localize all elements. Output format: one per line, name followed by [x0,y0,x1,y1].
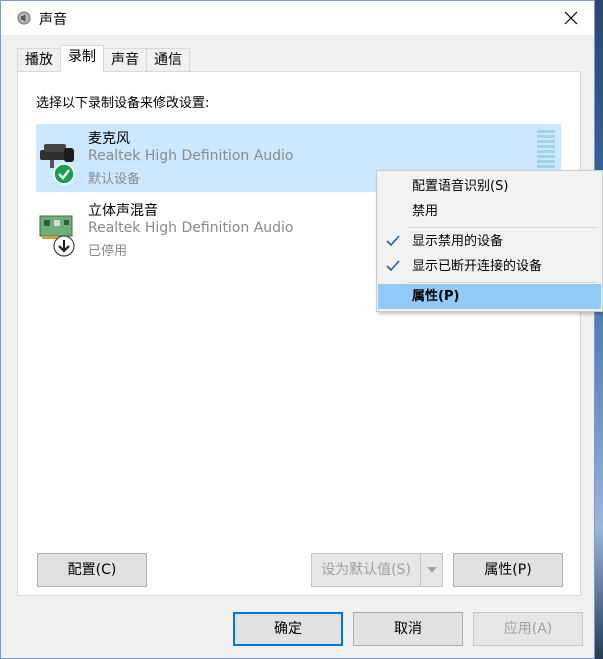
menu-item-label: 显示禁用的设备 [412,234,504,249]
set-default-label: 设为默认值(S) [321,562,411,578]
menu-separator [407,282,597,283]
configure-button[interactable]: 配置(C) [37,553,147,587]
menu-item-disable[interactable]: 禁用 [378,199,601,224]
window-title: 声音 [39,12,67,28]
tab-communications[interactable]: 通信 [146,48,190,72]
device-status: 已停用 [88,244,128,259]
menu-separator [407,227,597,228]
menu-item-show-disabled[interactable]: 显示禁用的设备 [378,229,601,254]
device-name: 麦克风 [88,131,130,147]
menu-item-label: 显示已断开连接的设备 [412,259,543,274]
properties-button[interactable]: 属性(P) [453,553,563,587]
menu-item-properties[interactable]: 属性(P) [378,284,601,309]
close-button[interactable] [548,1,594,35]
cancel-button[interactable]: 取消 [353,612,463,646]
speaker-icon [17,11,31,25]
recording-panel: 选择以下录制设备来修改设置: 麦克风 Realtek High Definiti… [17,71,581,596]
sound-card-icon [38,202,82,258]
checkmark-icon [386,235,400,247]
title-bar[interactable]: 声音 [1,1,594,35]
set-default-button[interactable]: 设为默认值(S) [311,553,443,587]
tab-sounds[interactable]: 声音 [103,48,147,72]
menu-item-label: 属性(P) [412,289,460,304]
ok-button[interactable]: 确定 [233,612,343,646]
device-description: Realtek High Definition Audio [88,220,294,236]
menu-item-label: 禁用 [412,204,439,219]
microphone-icon [38,130,82,186]
tab-playback[interactable]: 播放 [17,48,61,72]
checkmark-icon [386,260,400,272]
tab-recording[interactable]: 录制 [60,45,104,72]
check-badge-icon [53,163,75,185]
menu-item-label: 配置语音识别(S) [412,179,509,194]
context-menu: 配置语音识别(S) 禁用 显示禁用的设备 显示已断开连接的设备 属性(P) [376,170,603,312]
device-status: 默认设备 [88,172,141,187]
device-description: Realtek High Definition Audio [88,148,294,164]
menu-item-configure-speech[interactable]: 配置语音识别(S) [378,174,601,199]
sound-dialog: 声音 播放 录制 声音 通信 选择以下录制设备来修改设置: 麦克风 Realte… [0,0,595,659]
menu-item-show-disconnected[interactable]: 显示已断开连接的设备 [378,254,601,279]
apply-button[interactable]: 应用(A) [473,612,583,646]
device-name: 立体声混音 [88,203,158,219]
chevron-down-icon[interactable] [420,554,442,586]
instruction-label: 选择以下录制设备来修改设置: [36,96,210,111]
tab-strip: 播放 录制 声音 通信 [17,45,190,72]
close-icon [564,11,578,25]
